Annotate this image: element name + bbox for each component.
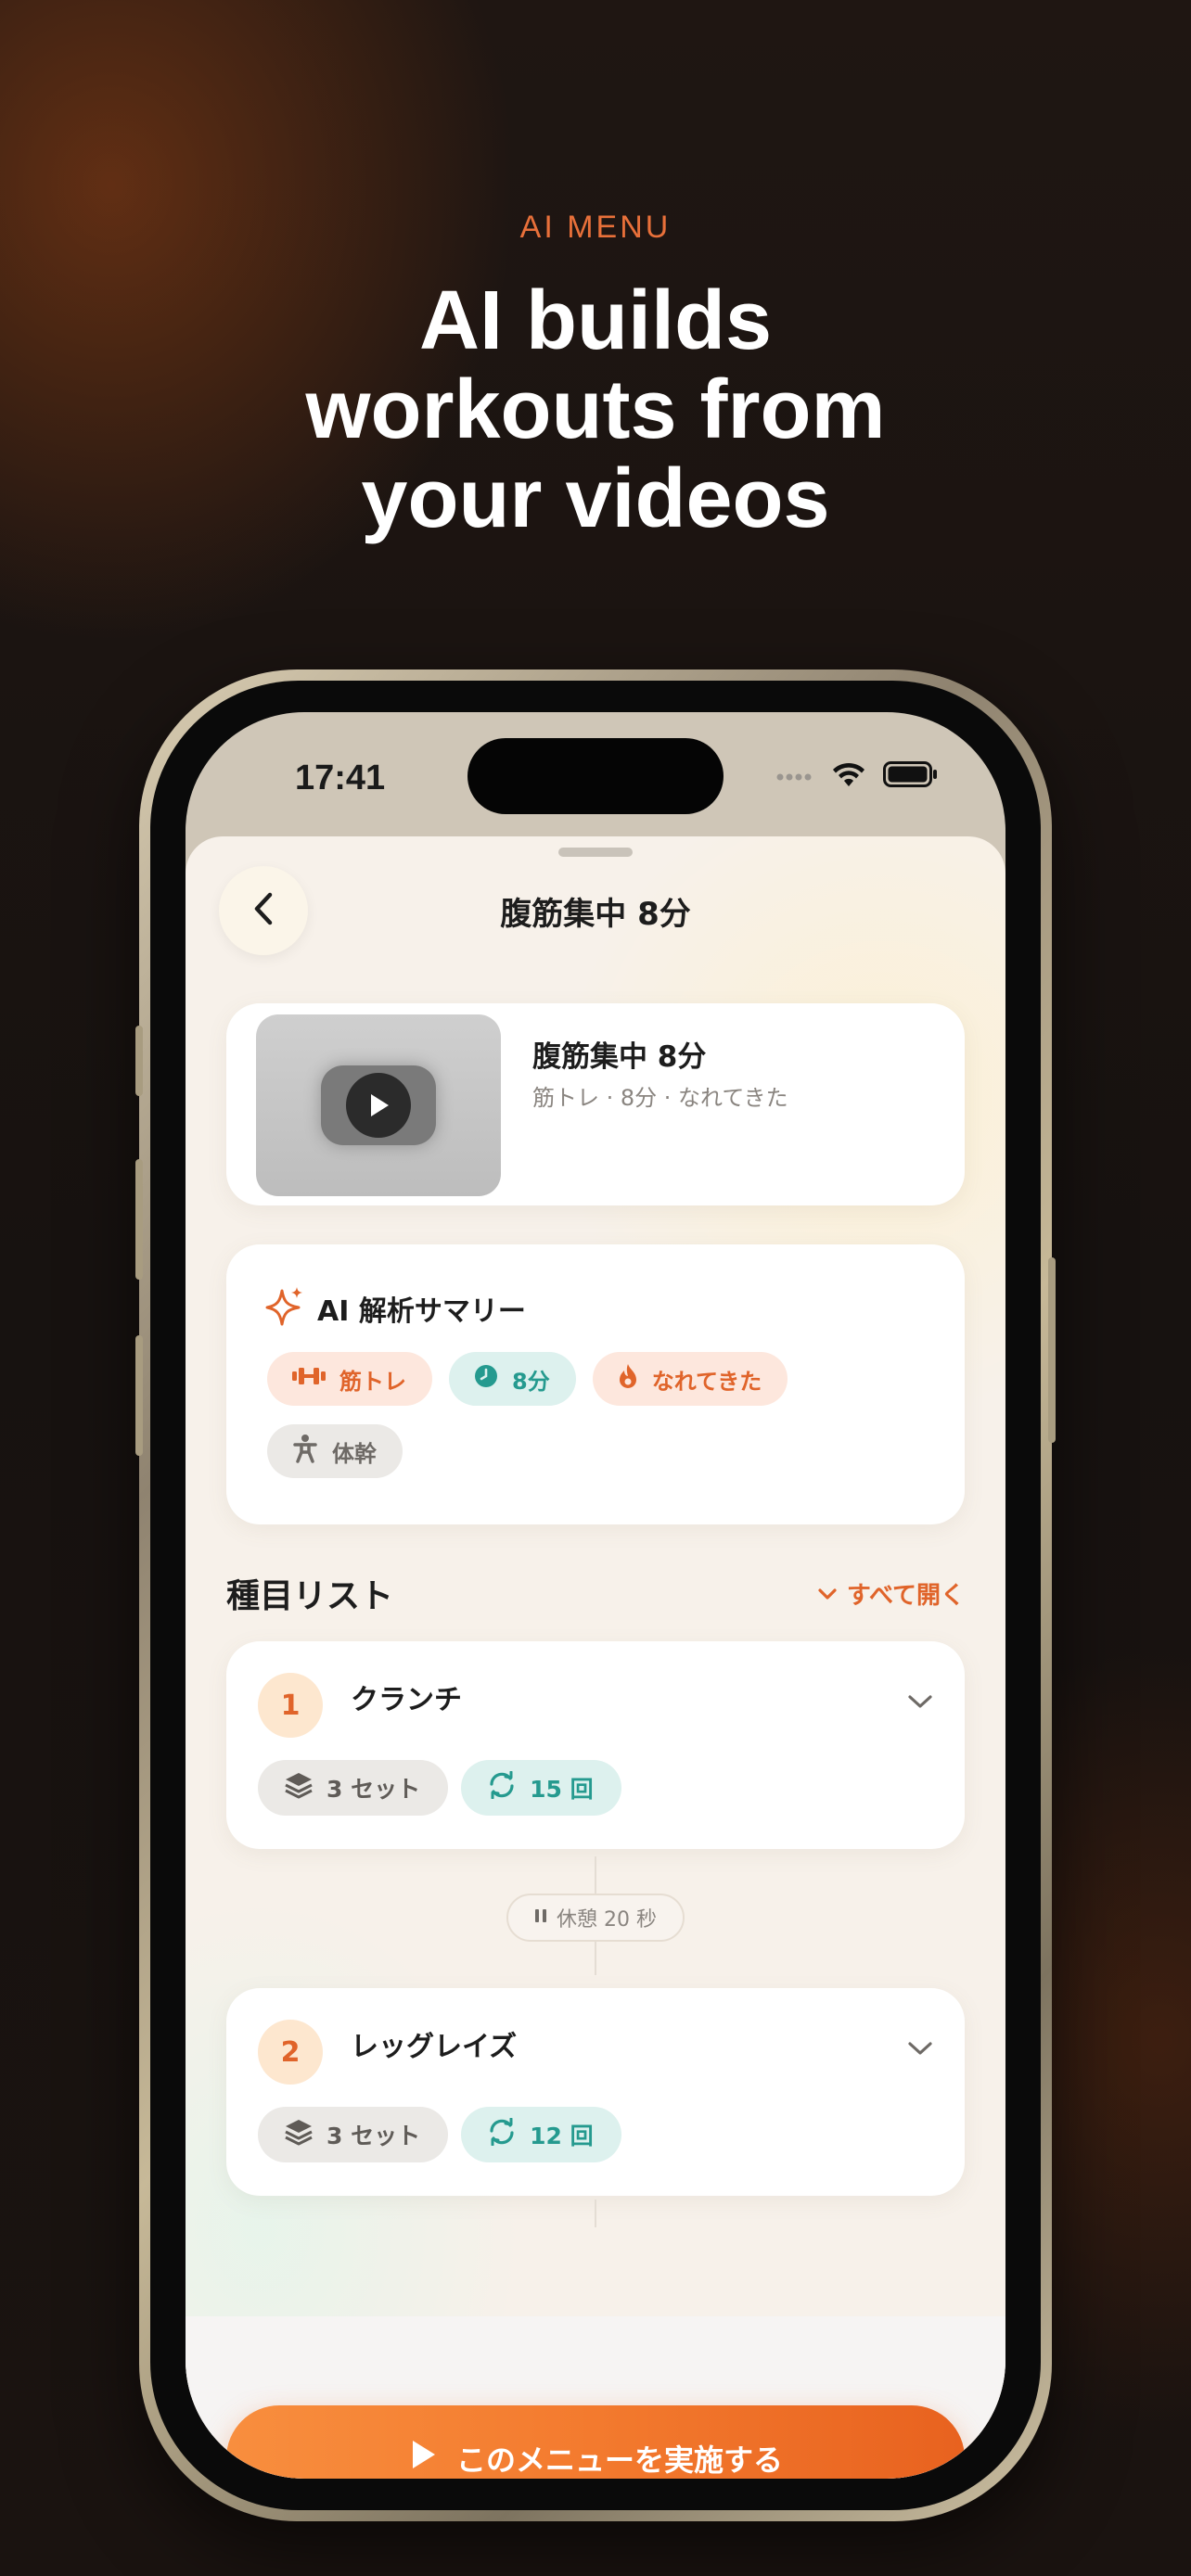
repeat-icon: [487, 1770, 517, 1804]
video-title: 腹筋集中 8分: [532, 1040, 707, 1074]
tag-category: 筋トレ: [267, 1352, 432, 1406]
play-icon[interactable]: [346, 1073, 411, 1138]
exercise-card[interactable]: 2 レッグレイズ 3 セット 12 回: [226, 1988, 965, 2196]
dynamic-island: [467, 738, 724, 814]
reps-pill: 12 回: [461, 2107, 621, 2162]
sets-pill: 3 セット: [258, 1760, 449, 1816]
status-time: 17:41: [295, 759, 386, 797]
sets-pill: 3 セット: [258, 2107, 449, 2162]
summary-title: AI 解析サマリー: [317, 1295, 526, 1328]
phone-screen: 17:41 腹筋集中 8分 腹筋集中 8分 筋トレ · 8分 · なれてきた A…: [186, 712, 1005, 2479]
reps-pill: 15 回: [461, 1760, 621, 1816]
eyebrow-label: AI MENU: [519, 210, 672, 245]
video-card[interactable]: 腹筋集中 8分 筋トレ · 8分 · なれてきた: [226, 1003, 965, 1205]
volume-down-button: [135, 1335, 143, 1456]
connector-line: [595, 1856, 596, 1894]
exercise-name: クランチ: [351, 1684, 462, 1716]
layers-icon: [284, 2118, 314, 2151]
headline: AI builds workouts from your videos: [305, 274, 886, 545]
exercise-name: レッグレイズ: [351, 2031, 518, 2063]
exercise-card[interactable]: 1 クランチ 3 セット 15 回: [226, 1641, 965, 1849]
page-title: 腹筋集中 8分: [500, 896, 691, 933]
exercise-number: 2: [258, 2020, 323, 2085]
volume-up-button: [135, 1159, 143, 1280]
chevron-down-icon[interactable]: [907, 2040, 933, 2060]
sheet-grabber[interactable]: [558, 848, 633, 857]
dumbbell-icon: [291, 1366, 327, 1392]
status-icons: [775, 760, 939, 792]
power-button: [1048, 1257, 1056, 1443]
connector-line: [595, 1942, 596, 1975]
tag-body-part: 体幹: [267, 1424, 403, 1478]
play-icon: [408, 2438, 438, 2479]
wifi-icon: [831, 760, 866, 792]
video-thumbnail[interactable]: [256, 1014, 501, 1196]
pause-icon: [534, 1906, 547, 1930]
layers-icon: [284, 1771, 314, 1804]
expand-all-button[interactable]: すべて開く: [817, 1576, 965, 1611]
workout-sheet: 腹筋集中 8分 腹筋集中 8分 筋トレ · 8分 · なれてきた AI 解析サマ…: [186, 836, 1005, 2479]
sparkle-icon: [265, 1285, 304, 1332]
repeat-icon: [487, 2117, 517, 2151]
tag-duration: 8分: [449, 1352, 576, 1406]
flame-icon: [617, 1362, 639, 1396]
exercise-number: 1: [258, 1673, 323, 1738]
exercise-list-title: 種目リスト: [226, 1577, 394, 1615]
chevron-down-icon: [817, 1580, 838, 1608]
start-workout-button[interactable]: このメニューを実施する: [226, 2405, 965, 2479]
chevron-down-icon[interactable]: [907, 1693, 933, 1714]
connector-line: [595, 2200, 596, 2227]
rest-badge: 休憩 20 秒: [506, 1894, 685, 1942]
clock-icon: [473, 1363, 499, 1395]
signal-icon: [775, 768, 814, 785]
tag-level: なれてきた: [592, 1352, 788, 1406]
video-meta: 筋トレ · 8分 · なれてきた: [532, 1085, 788, 1111]
action-button: [135, 1026, 143, 1096]
ai-summary-card: AI 解析サマリー 筋トレ 8分 なれてきた 体幹: [226, 1244, 965, 1524]
body-icon: [291, 1434, 319, 1469]
battery-icon: [883, 761, 939, 791]
